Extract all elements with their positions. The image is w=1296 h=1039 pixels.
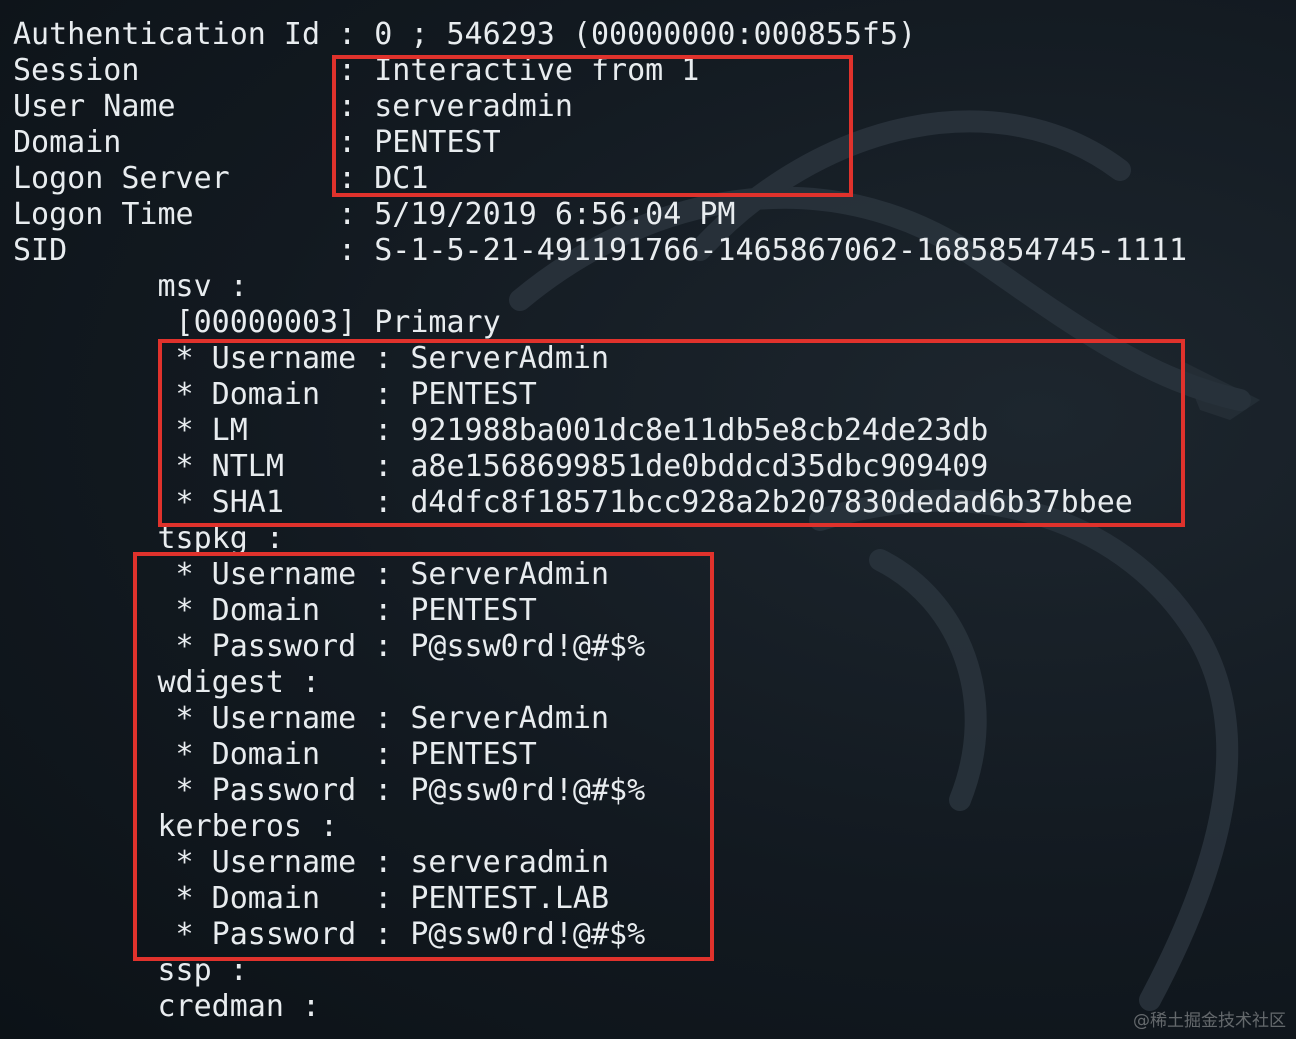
msv-credentials-highlight-box (158, 339, 1185, 527)
sid-line: SID : S-1-5-21-491191766-1465867062-1685… (13, 233, 1187, 268)
credman-header: credman : (13, 989, 321, 1024)
msv-header: msv : (13, 269, 248, 304)
cleartext-password-highlight-box (133, 552, 714, 961)
session-highlight-box (332, 55, 853, 197)
msv-primary-line: [00000003] Primary (13, 305, 501, 340)
auth-id-line: Authentication Id : 0 ; 546293 (00000000… (13, 17, 917, 52)
logon-time-line: Logon Time : 5/19/2019 6:56:04 PM (13, 197, 736, 232)
watermark: @稀土掘金技术社区 (1133, 1011, 1286, 1031)
terminal-window[interactable]: Authentication Id : 0 ; 546293 (00000000… (0, 0, 1296, 1039)
